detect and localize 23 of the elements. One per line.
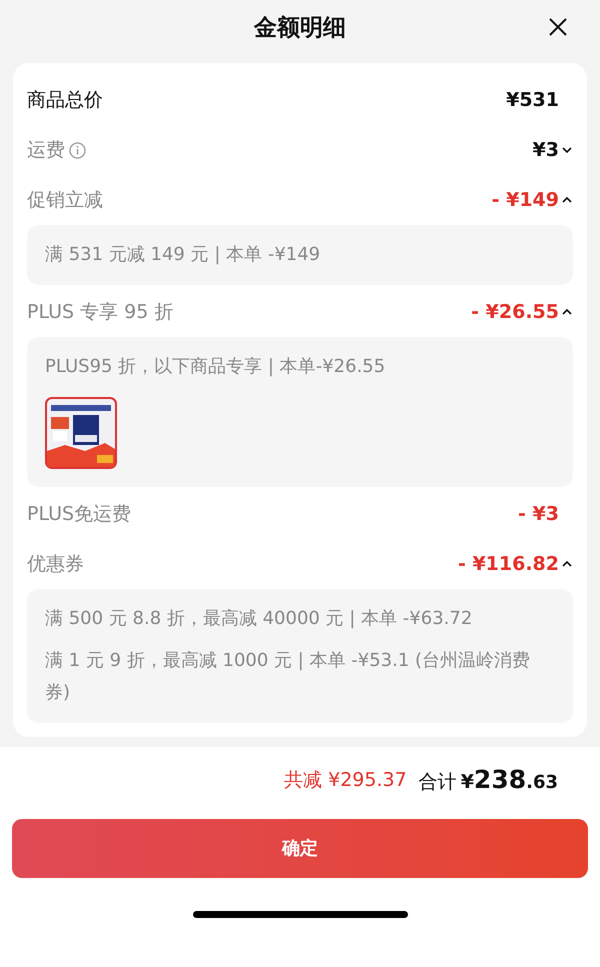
row-label: 商品总价 <box>27 88 103 113</box>
dialog-title: 金额明细 <box>254 14 346 43</box>
detail-text: 满 500 元 8.8 折，最高减 40000 元 | 本单 -¥63.72 <box>45 607 474 631</box>
row-amount: - ¥116.82 <box>458 552 559 577</box>
close-icon[interactable] <box>548 17 568 37</box>
info-icon[interactable] <box>69 142 86 158</box>
row-amount: - ¥3 <box>518 502 559 527</box>
total-discount: 共减 ¥295.37 <box>284 768 407 793</box>
total-amount: ¥238.63 <box>460 764 558 796</box>
row-amount: ¥531 <box>506 88 559 113</box>
row-label: 运费 <box>27 138 65 163</box>
row-label: PLUS 专享 95 折 <box>27 300 174 325</box>
row-amount: ¥3 <box>532 138 559 163</box>
total-label: 合计 <box>418 770 457 796</box>
row-amount: - ¥149 <box>492 188 559 213</box>
row-label: PLUS免运费 <box>27 502 132 527</box>
detail-text: 满 531 元减 149 元 | 本单 -¥149 <box>45 243 322 267</box>
row-amount: - ¥26.55 <box>471 300 559 325</box>
detail-text: PLUS95 折，以下商品专享 | 本单-¥26.55 <box>45 355 386 379</box>
confirm-button[interactable]: 确定 <box>12 819 588 878</box>
row-label: 促销立减 <box>27 188 103 213</box>
row-label: 优惠券 <box>27 552 84 577</box>
detail-text: 满 1 元 9 折，最高减 1000 元 | 本单 -¥53.1 (台州温岭消费券) <box>45 649 532 705</box>
